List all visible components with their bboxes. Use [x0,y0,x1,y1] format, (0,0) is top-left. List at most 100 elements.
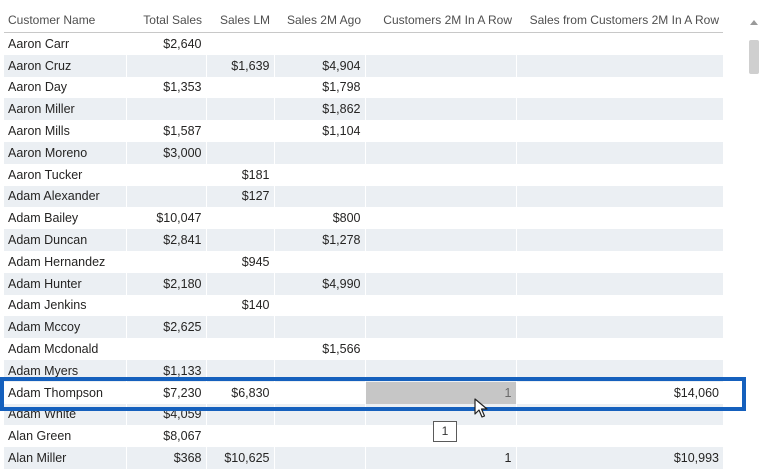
cell-sales-from-customers-2m-in-a-row[interactable] [515,32,723,55]
cell-total-sales[interactable]: $2,625 [125,316,206,339]
cell-customer-name[interactable]: Aaron Mills [4,120,126,142]
cell-customer-name[interactable]: Aaron Tucker [4,164,126,186]
scroll-up-arrow-icon[interactable] [750,20,758,25]
cell-sales-2m-ago[interactable]: $4,990 [273,272,365,295]
cell-sales-from-customers-2m-in-a-row[interactable] [515,316,723,339]
cell-customers-2m-in-a-row[interactable] [364,272,516,295]
cell-customers-2m-in-a-row[interactable] [364,141,516,164]
cell-total-sales[interactable]: $1,587 [125,120,206,142]
cell-total-sales[interactable]: $8,067 [125,425,206,448]
cell-sales-from-customers-2m-in-a-row[interactable] [515,98,723,121]
cell-customer-name[interactable]: Adam Mcdonald [4,338,126,360]
table-row[interactable]: Alan Green $8,067 [4,425,723,448]
cell-sales-lm[interactable]: $127 [205,185,274,208]
cell-customer-name[interactable]: Aaron Carr [4,33,126,55]
cell-customer-name[interactable]: Adam Alexander [4,185,126,208]
cell-total-sales[interactable]: $10,047 [125,207,206,230]
cell-customer-name[interactable]: Adam Bailey [4,207,126,229]
table-row[interactable]: Adam Jenkins $140 [4,294,723,317]
column-header-total-sales[interactable]: Total Sales [126,8,206,33]
cell-sales-from-customers-2m-in-a-row[interactable] [515,229,723,251]
cell-customers-2m-in-a-row[interactable] [364,250,516,273]
cell-customers-2m-in-a-row[interactable] [364,98,516,121]
table-row[interactable]: Aaron Mills $1,587 $1,104 [4,120,723,142]
cell-customer-name[interactable]: Adam Duncan [4,229,126,251]
cell-sales-lm[interactable] [205,141,274,164]
table-row[interactable]: Aaron Miller $1,862 [4,98,723,121]
table-row[interactable]: Adam Mcdonald $1,566 [4,338,723,360]
cell-total-sales[interactable]: $2,180 [125,272,206,295]
table-row[interactable]: Aaron Day $1,353 $1,798 [4,76,723,99]
column-header-sales-2m-ago[interactable]: Sales 2M Ago [274,8,365,33]
cell-sales-from-customers-2m-in-a-row[interactable] [515,163,723,186]
cell-customers-2m-in-a-row[interactable] [364,163,516,186]
cell-customer-name[interactable]: Aaron Moreno [4,141,126,164]
cell-sales-lm[interactable] [205,98,274,121]
cell-customers-2m-in-a-row[interactable] [364,76,516,99]
cell-sales-2m-ago[interactable]: $1,862 [273,98,365,121]
table-row[interactable]: Aaron Carr $2,640 [4,32,723,55]
cell-total-sales[interactable]: $368 [125,447,206,469]
cell-sales-from-customers-2m-in-a-row[interactable] [515,120,723,142]
cell-sales-2m-ago[interactable]: $800 [273,207,365,230]
cell-sales-lm[interactable] [205,316,274,339]
cell-customer-name[interactable]: Adam Mccoy [4,316,126,339]
table-row[interactable]: Adam Alexander $127 [4,185,723,208]
cell-sales-2m-ago[interactable]: $1,566 [273,338,365,360]
cell-sales-lm[interactable]: $181 [205,163,274,186]
cell-customer-name[interactable]: Alan Miller [4,447,126,469]
table-row[interactable]: Adam Bailey $10,047 $800 [4,207,723,230]
cell-sales-2m-ago[interactable]: $1,104 [273,120,365,142]
cell-sales-2m-ago[interactable] [273,425,365,448]
cell-sales-2m-ago[interactable] [273,185,365,208]
cell-total-sales[interactable] [125,54,206,77]
table-row[interactable]: Aaron Moreno $3,000 [4,141,723,164]
cell-sales-from-customers-2m-in-a-row[interactable] [515,338,723,360]
vertical-scrollbar[interactable] [748,8,760,472]
cell-sales-lm[interactable] [205,229,274,251]
cell-total-sales[interactable] [125,338,206,360]
column-header-customer-name[interactable]: Customer Name [4,8,126,33]
cell-sales-lm[interactable] [205,76,274,99]
cell-sales-2m-ago[interactable] [273,316,365,339]
cell-sales-lm[interactable]: $10,625 [205,447,274,469]
table-row[interactable]: Aaron Cruz $1,639 $4,904 [4,54,723,77]
cell-customers-2m-in-a-row[interactable] [364,54,516,77]
cell-sales-from-customers-2m-in-a-row[interactable] [515,272,723,295]
table-row[interactable]: Alan Miller $368 $10,625 1 $10,993 [4,447,723,469]
cell-sales-2m-ago[interactable] [273,141,365,164]
cell-sales-lm[interactable] [205,425,274,448]
cell-total-sales[interactable]: $3,000 [125,141,206,164]
cell-customers-2m-in-a-row[interactable] [364,120,516,142]
cell-sales-2m-ago[interactable]: $4,904 [273,54,365,77]
cell-sales-lm[interactable] [205,207,274,230]
cell-customer-name[interactable]: Aaron Cruz [4,54,126,77]
cell-total-sales[interactable] [125,163,206,186]
cell-sales-from-customers-2m-in-a-row[interactable] [515,425,723,448]
cell-sales-2m-ago[interactable] [273,250,365,273]
cell-sales-from-customers-2m-in-a-row[interactable] [515,207,723,230]
cell-sales-lm[interactable] [205,120,274,142]
column-header-sales-from-customers-2m-in-a-row[interactable]: Sales from Customers 2M In A Row [516,8,723,33]
cell-total-sales[interactable]: $2,640 [125,32,206,55]
table-row[interactable]: Adam Hunter $2,180 $4,990 [4,272,723,295]
column-header-customers-2m-in-a-row[interactable]: Customers 2M In A Row [365,8,516,33]
scrollbar-thumb[interactable] [749,40,759,74]
cell-sales-lm[interactable]: $945 [205,250,274,273]
cell-customer-name[interactable]: Adam Hernandez [4,251,126,273]
cell-sales-from-customers-2m-in-a-row[interactable] [515,141,723,164]
table-row[interactable]: Adam Duncan $2,841 $1,278 [4,229,723,251]
cell-sales-2m-ago[interactable]: $1,278 [273,229,365,251]
cell-sales-lm[interactable]: $1,639 [205,54,274,77]
cell-total-sales[interactable]: $1,353 [125,76,206,99]
cell-customer-name[interactable]: Alan Green [4,425,126,447]
cell-sales-lm[interactable] [205,32,274,55]
cell-total-sales[interactable] [125,294,206,317]
cell-total-sales[interactable]: $2,841 [125,229,206,251]
table-row[interactable]: Aaron Tucker $181 [4,163,723,186]
cell-customers-2m-in-a-row[interactable] [364,32,516,55]
cell-sales-from-customers-2m-in-a-row[interactable] [515,76,723,99]
cell-sales-from-customers-2m-in-a-row[interactable] [515,185,723,208]
table-row[interactable]: Adam Hernandez $945 [4,250,723,273]
cell-sales-2m-ago[interactable]: $1,798 [273,76,365,99]
